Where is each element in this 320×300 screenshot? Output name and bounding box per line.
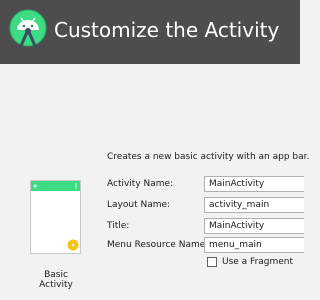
overflow-menu-icon [75,183,77,185]
title-field[interactable]: MainActivity [204,218,304,234]
activity-name-label: Activity Name: [107,179,174,189]
menu-resource-name-label: Menu Resource Name: [107,240,209,250]
page-title: Customize the Activity [54,18,280,42]
layout-name-label: Layout Name: [107,200,171,210]
activity-template-preview [30,180,81,254]
title-label: Title: [107,221,130,231]
use-fragment-checkbox[interactable] [207,257,217,267]
wizard-header: Customize the Activity [0,0,300,64]
activity-name-field[interactable]: MainActivity [204,176,304,192]
android-studio-logo-icon [9,9,47,50]
layout-name-field[interactable]: activity_main [204,197,304,213]
template-name-label: Basic Activity [39,270,73,290]
app-bar-preview [31,181,80,191]
use-fragment-label[interactable]: Use a Fragment [222,257,293,267]
template-description: Creates a new basic activity with an app… [107,152,310,162]
menu-resource-name-field[interactable]: menu_main [204,237,304,253]
